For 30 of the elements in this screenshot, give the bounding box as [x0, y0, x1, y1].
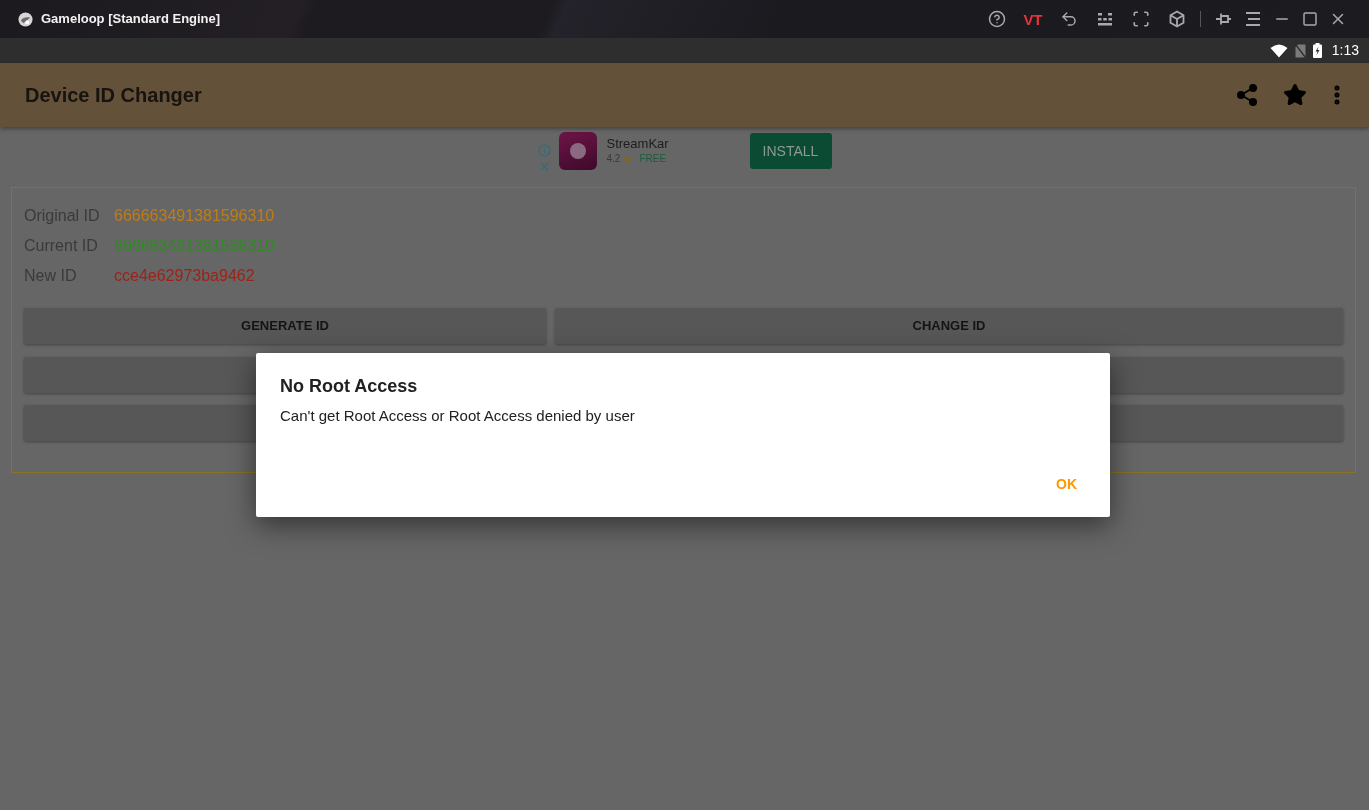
menu-icon[interactable]	[1244, 11, 1262, 27]
no-sim-icon	[1294, 43, 1306, 58]
id-value: 666663491381596310	[114, 206, 275, 226]
ok-button[interactable]: OK	[1048, 469, 1085, 500]
dialog-title: No Root Access	[280, 375, 418, 398]
action-button[interactable]: GENERATE ID	[24, 308, 546, 344]
maximize-icon[interactable]	[1302, 11, 1318, 27]
ad-price: FREE	[639, 152, 667, 166]
vt-button[interactable]: VT	[1023, 11, 1042, 27]
clock-time: 1:13	[1331, 41, 1359, 60]
action-button[interactable]: CHANGE ID	[555, 308, 1343, 344]
dialog-message: Can't get Root Access or Root Access denied by user	[280, 406, 635, 426]
rating-star-icon	[623, 154, 633, 164]
id-value: cce4e62973ba9462	[114, 266, 255, 286]
cube-icon[interactable]	[1168, 10, 1186, 28]
help-icon[interactable]	[987, 10, 1006, 28]
window-title: Gameloop [Standard Engine]	[41, 10, 221, 29]
id-value: 666663491381596310	[114, 236, 275, 256]
battery-charging-icon	[1312, 43, 1322, 58]
undo-icon[interactable]	[1060, 10, 1078, 28]
fullscreen-icon[interactable]	[1132, 10, 1150, 28]
keyboard-icon[interactable]	[1096, 12, 1114, 26]
star-icon[interactable]	[1283, 83, 1307, 107]
share-icon[interactable]	[1235, 83, 1259, 107]
app-icon	[558, 132, 597, 170]
install-button[interactable]: INSTALL	[749, 133, 832, 169]
logo-icon	[18, 11, 33, 27]
app-title: Device ID Changer	[25, 83, 202, 108]
wifi-icon	[1269, 43, 1288, 58]
ad-app-name: StreamKar	[606, 136, 670, 152]
